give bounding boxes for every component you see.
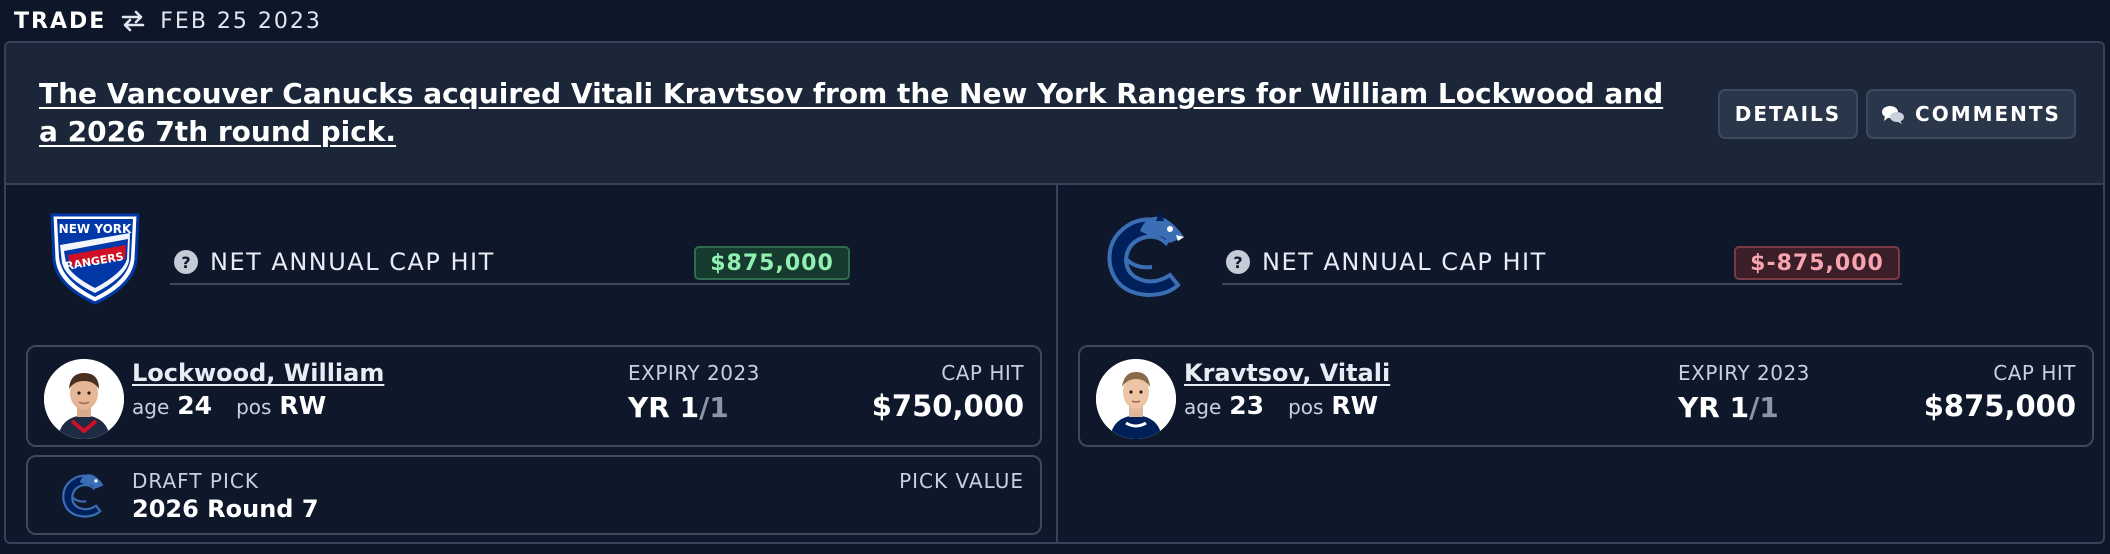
contract-expiry: EXPIRY 2023 (1678, 361, 1810, 385)
pos-label: pos (236, 395, 272, 419)
chat-bubbles-icon (1882, 106, 1905, 124)
contract-year-current: YR 1 (628, 391, 700, 424)
net-cap-hit-label: NET ANNUAL CAP HIT (210, 248, 495, 276)
pick-value-label: PICK VALUE (899, 469, 1024, 493)
swap-arrows-icon (122, 10, 145, 32)
net-cap-hit-row-right: ? NET ANNUAL CAP HIT (1226, 240, 1547, 284)
trade-card: The Vancouver Canucks acquired Vitali Kr… (4, 41, 2105, 544)
help-icon[interactable]: ? (1226, 250, 1250, 274)
trade-date: FEB 25 2023 (160, 8, 322, 34)
new-york-rangers-logo[interactable]: NEW YORK RANGERS (46, 211, 144, 307)
contract-year-current: YR 1 (1678, 391, 1750, 424)
player-meta: age 24 pos RW (132, 391, 326, 420)
cap-underline (170, 283, 850, 285)
comments-button[interactable]: COMMENTS (1866, 89, 2076, 139)
net-cap-hit-value-badge: $-875,000 (1734, 246, 1900, 280)
player-name-link[interactable]: Kravtsov, Vitali (1184, 359, 1390, 387)
player-headshot[interactable] (44, 359, 124, 439)
age-label: age (132, 395, 170, 419)
age-label: age (1184, 395, 1222, 419)
details-button[interactable]: DETAILS (1718, 89, 1858, 139)
trade-header: TRADE FEB 25 2023 (14, 4, 322, 38)
player-card-kravtsov: Kravtsov, Vitali age 23 pos RW EXPIRY 20… (1078, 345, 2094, 447)
player-headshot[interactable] (1096, 359, 1176, 439)
cap-hit-value: $875,000 (1923, 389, 2076, 423)
trade-kind-label: TRADE (14, 8, 107, 34)
details-button-label: DETAILS (1734, 102, 1842, 126)
draft-pick-value: 2026 Round 7 (132, 495, 319, 523)
vancouver-canucks-small-logo[interactable] (56, 469, 110, 523)
comments-button-label: COMMENTS (1915, 102, 2061, 126)
pos-label: pos (1288, 395, 1324, 419)
cap-hit-label: CAP HIT (941, 361, 1024, 385)
contract-year-total: /1 (1749, 391, 1779, 424)
vancouver-canucks-logo[interactable] (1096, 207, 1196, 307)
player-name-link[interactable]: Lockwood, William (132, 359, 384, 387)
contract-year-total: /1 (699, 391, 729, 424)
net-cap-hit-row-left: ? NET ANNUAL CAP HIT (174, 240, 495, 284)
cap-hit-value: $750,000 (871, 389, 1024, 423)
cap-underline (1222, 283, 1902, 285)
pos-value: RW (1331, 391, 1379, 420)
contract-year: YR 1/1 (628, 391, 729, 424)
logo-text-new-york: NEW YORK (59, 222, 132, 236)
contract-year: YR 1/1 (1678, 391, 1779, 424)
age-value: 24 (177, 391, 213, 420)
draft-pick-label: DRAFT PICK (132, 469, 259, 493)
draft-pick-card: DRAFT PICK 2026 Round 7 PICK VALUE (26, 455, 1042, 535)
help-icon[interactable]: ? (174, 250, 198, 274)
player-card-lockwood: Lockwood, William age 24 pos RW EXPIRY 2… (26, 345, 1042, 447)
net-cap-hit-label: NET ANNUAL CAP HIT (1262, 248, 1547, 276)
net-cap-hit-value-badge: $875,000 (694, 246, 850, 280)
column-divider (1056, 185, 1058, 542)
contract-expiry: EXPIRY 2023 (628, 361, 760, 385)
age-value: 23 (1229, 391, 1265, 420)
player-meta: age 23 pos RW (1184, 391, 1378, 420)
trade-headline-link[interactable]: The Vancouver Canucks acquired Vitali Kr… (39, 75, 1679, 151)
pos-value: RW (279, 391, 327, 420)
cap-hit-label: CAP HIT (1993, 361, 2076, 385)
trade-card-header: The Vancouver Canucks acquired Vitali Kr… (6, 43, 2103, 185)
